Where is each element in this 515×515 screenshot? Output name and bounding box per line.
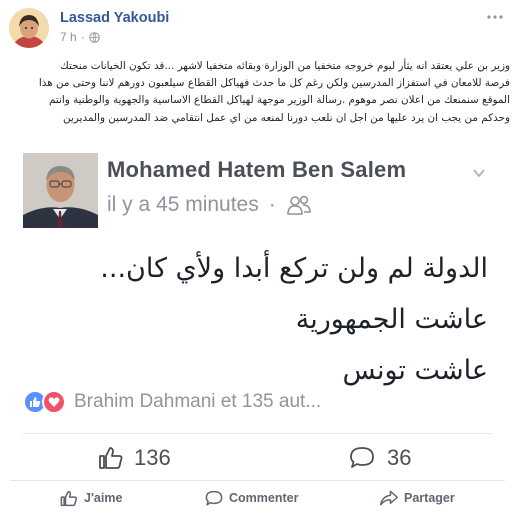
action-divider <box>10 480 505 481</box>
shared-like-count: 136 <box>98 445 171 471</box>
share-button-label: Partager <box>404 491 455 505</box>
comment-action-icon <box>205 490 223 505</box>
thumbs-up-icon <box>99 447 123 469</box>
share-icon <box>380 490 398 506</box>
like-button-label: J'aime <box>84 491 123 505</box>
post-header: Lassad Yakoubi 7 h · <box>0 0 515 56</box>
action-bar: J'aime Commenter Partager <box>0 482 515 515</box>
author-name[interactable]: Lassad Yakoubi <box>60 10 169 26</box>
shared-reactors: Brahim Dahmani et 135 aut... <box>74 391 322 412</box>
friends-icon <box>286 195 311 215</box>
post-text: وزير بن علي يعتقد انه يثأر ليوم خروجه مت… <box>8 58 510 127</box>
comment-button[interactable]: Commenter <box>205 485 298 511</box>
shared-author-name: Mohamed Hatem Ben Salem <box>107 157 407 182</box>
post-meta: 7 h · <box>60 30 100 44</box>
shared-comment-count-value: 36 <box>387 445 412 470</box>
post-text-line: وحدكم من يجب ان يرد عليها من اجل ان نلعب… <box>63 111 510 124</box>
meta-separator: · <box>80 30 85 44</box>
like-button[interactable]: J'aime <box>60 485 122 511</box>
post-text-line: وزير بن علي يعتقد انه يثأر ليوم خروجه مت… <box>60 60 510 72</box>
shared-comment-count: 36 <box>349 445 411 471</box>
globe-icon <box>88 31 100 43</box>
share-button[interactable]: Partager <box>380 485 455 511</box>
shared-reactions: Brahim Dahmani et 135 aut... <box>23 388 321 416</box>
chevron-down-icon <box>472 165 486 179</box>
shared-body-line: الدولة لم ولن تركع أبدا ولأي كان... <box>100 253 488 284</box>
shared-divider <box>23 433 492 434</box>
shared-body-line: عاشت الجمهورية <box>295 304 488 335</box>
shared-body: الدولة لم ولن تركع أبدا ولأي كان... عاشت… <box>28 243 488 396</box>
comment-button-label: Commenter <box>229 491 299 505</box>
author-avatar[interactable] <box>9 8 49 48</box>
more-dots-icon <box>487 15 503 19</box>
shared-author-avatar <box>23 153 98 228</box>
shared-meta-separator: · <box>268 193 276 216</box>
post-text-line: فرصة للامعان في استفزاز المدرسين ولكن رغ… <box>38 77 510 90</box>
shared-meta: il y a 45 minutes · <box>107 193 312 217</box>
post-text-line: الموقع سنمنعك من اعلان نصر موهوم .رسالة … <box>48 94 510 107</box>
shared-timestamp: il y a 45 minutes <box>107 193 259 216</box>
like-icon <box>60 490 78 506</box>
comment-icon <box>350 447 374 468</box>
post-timestamp[interactable]: 7 h <box>60 30 77 44</box>
shared-image[interactable]: Mohamed Hatem Ben Salem il y a 45 minute… <box>13 143 502 476</box>
post-options-button[interactable] <box>485 10 505 24</box>
love-reaction-icon <box>42 390 66 414</box>
shared-counts: 136 36 <box>13 439 502 475</box>
shared-like-count-value: 136 <box>134 445 171 470</box>
